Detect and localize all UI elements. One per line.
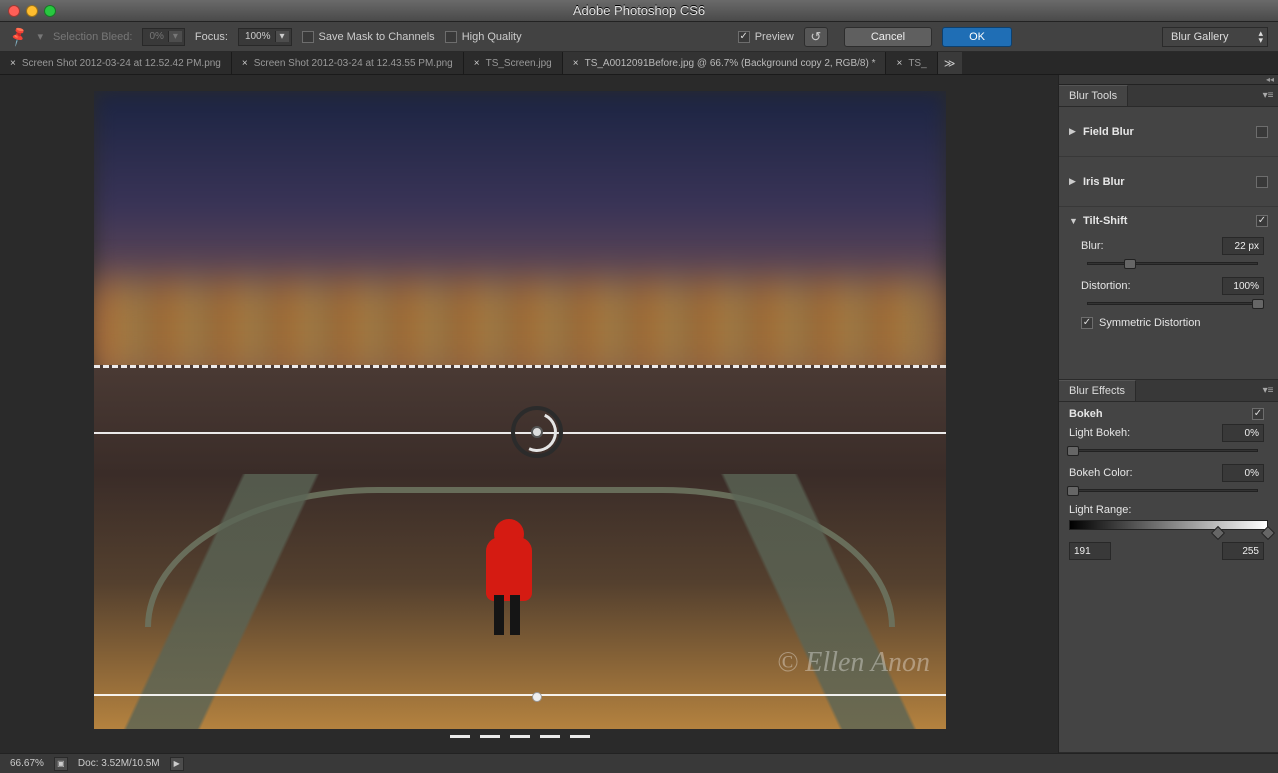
zoom-level[interactable]: 66.67% xyxy=(10,758,44,769)
panel-collapse-handle[interactable]: ◂◂ xyxy=(1059,75,1278,85)
field-blur-checkbox[interactable] xyxy=(1256,126,1268,138)
tilt-shift-checkbox[interactable] xyxy=(1256,215,1268,227)
high-quality-label: High Quality xyxy=(462,31,522,43)
zoom-icon[interactable] xyxy=(44,5,56,17)
panel-tab-blur-tools[interactable]: Blur Tools xyxy=(1059,85,1128,106)
blur-label: Blur: xyxy=(1081,240,1222,252)
blur-value[interactable]: 22 px xyxy=(1222,237,1264,255)
minimize-icon[interactable] xyxy=(26,5,38,17)
blur-boundary-bottom[interactable] xyxy=(450,735,590,738)
ok-button[interactable]: OK xyxy=(942,27,1012,47)
guide-handle[interactable] xyxy=(532,692,542,702)
blur-slider[interactable] xyxy=(1087,259,1258,269)
status-flyout-icon[interactable]: ▶ xyxy=(170,757,184,771)
light-bokeh-slider[interactable] xyxy=(1073,446,1258,456)
preview-checkbox[interactable] xyxy=(738,31,750,43)
symmetric-distortion-checkbox[interactable] xyxy=(1081,317,1093,329)
tab-overflow-button[interactable]: ≫ xyxy=(938,52,962,74)
blur-center-pin[interactable] xyxy=(511,406,563,458)
distortion-value[interactable]: 100% xyxy=(1222,277,1264,295)
close-icon[interactable]: × xyxy=(10,58,16,69)
title-bar: Adobe Photoshop CS6 xyxy=(0,0,1278,22)
close-icon[interactable]: × xyxy=(573,58,579,69)
window-controls xyxy=(8,5,56,17)
light-bokeh-value[interactable]: 0% xyxy=(1222,424,1264,442)
section-iris-blur[interactable]: ▶ Iris Blur xyxy=(1059,157,1278,207)
document-tab[interactable]: ×TS_ xyxy=(886,52,937,74)
person-figure xyxy=(486,525,532,635)
bokeh-color-slider[interactable] xyxy=(1073,486,1258,496)
bokeh-color-value[interactable]: 0% xyxy=(1222,464,1264,482)
bokeh-checkbox[interactable] xyxy=(1252,408,1264,420)
selection-bleed-label: Selection Bleed: xyxy=(53,31,133,43)
watermark: © Ellen Anon xyxy=(777,647,930,679)
blur-tools-panel: Blur Tools ▾≡ ▶ Field Blur ▶ Iris Blur ▼… xyxy=(1059,85,1278,380)
document-tab[interactable]: ×Screen Shot 2012-03-24 at 12.43.55 PM.p… xyxy=(232,52,464,74)
document-tab[interactable]: ×Screen Shot 2012-03-24 at 12.52.42 PM.p… xyxy=(0,52,232,74)
options-bar: 📌 ▾ Selection Bleed: 0%▾ Focus: 100%▾ Sa… xyxy=(0,22,1278,52)
distortion-label: Distortion: xyxy=(1081,280,1222,292)
workspace-dropdown[interactable]: Blur Gallery ▴▾ xyxy=(1162,27,1268,47)
close-icon[interactable]: × xyxy=(242,58,248,69)
iris-blur-checkbox[interactable] xyxy=(1256,176,1268,188)
document-tab-strip: ×Screen Shot 2012-03-24 at 12.52.42 PM.p… xyxy=(0,52,1278,75)
window-title: Adobe Photoshop CS6 xyxy=(0,3,1278,18)
panel-tab-blur-effects[interactable]: Blur Effects xyxy=(1059,380,1136,401)
focus-dropdown[interactable]: 100%▾ xyxy=(238,28,292,46)
chevron-right-icon: ▶ xyxy=(1069,176,1077,187)
chevron-down-icon: ▼ xyxy=(1069,216,1077,226)
reset-icon[interactable]: ↺ xyxy=(804,27,828,47)
save-mask-checkbox[interactable] xyxy=(302,31,314,43)
close-icon[interactable]: × xyxy=(896,58,902,69)
light-range-lo[interactable]: 191 xyxy=(1069,542,1111,560)
close-icon[interactable]: × xyxy=(474,58,480,69)
status-menu-icon[interactable]: ▣ xyxy=(54,757,68,771)
photo: © Ellen Anon xyxy=(94,91,946,729)
symmetric-distortion-label: Symmetric Distortion xyxy=(1099,317,1264,329)
distortion-slider[interactable] xyxy=(1087,299,1258,309)
document-tab-active[interactable]: ×TS_A0012091Before.jpg @ 66.7% (Backgrou… xyxy=(563,52,887,74)
close-icon[interactable] xyxy=(8,5,20,17)
canvas-area[interactable]: © Ellen Anon xyxy=(0,75,1058,753)
light-range-label: Light Range: xyxy=(1069,504,1264,516)
section-field-blur[interactable]: ▶ Field Blur xyxy=(1059,107,1278,157)
bokeh-color-label: Bokeh Color: xyxy=(1069,467,1222,479)
focus-label: Focus: xyxy=(195,31,228,43)
chevron-right-icon: ▶ xyxy=(1069,126,1077,137)
right-panel-group: ◂◂ Blur Tools ▾≡ ▶ Field Blur ▶ Iris Blu… xyxy=(1058,75,1278,753)
document-tab[interactable]: ×TS_Screen.jpg xyxy=(464,52,563,74)
blur-effects-panel: Blur Effects ▾≡ Bokeh Light Bokeh: 0% Bo… xyxy=(1059,380,1278,753)
selection-bleed-dropdown: 0%▾ xyxy=(142,28,184,46)
light-range-slider[interactable] xyxy=(1069,520,1268,534)
doc-size: Doc: 3.52M/10.5M xyxy=(78,758,160,769)
light-bokeh-label: Light Bokeh: xyxy=(1069,427,1222,439)
preview-label: Preview xyxy=(755,31,794,43)
panel-menu-icon[interactable]: ▾≡ xyxy=(1258,380,1278,401)
pin-icon[interactable]: 📌 xyxy=(7,25,31,48)
cancel-button[interactable]: Cancel xyxy=(844,27,932,47)
save-mask-label: Save Mask to Channels xyxy=(319,31,435,43)
light-range-hi[interactable]: 255 xyxy=(1222,542,1264,560)
focus-line-bottom[interactable] xyxy=(94,694,946,696)
panel-menu-icon[interactable]: ▾≡ xyxy=(1258,85,1278,106)
high-quality-checkbox[interactable] xyxy=(445,31,457,43)
section-tilt-shift[interactable]: ▼ Tilt-Shift xyxy=(1059,207,1278,235)
blur-boundary-top[interactable] xyxy=(94,365,946,368)
status-bar: 66.67% ▣ Doc: 3.52M/10.5M ▶ xyxy=(0,753,1278,773)
bokeh-heading: Bokeh xyxy=(1069,408,1252,420)
